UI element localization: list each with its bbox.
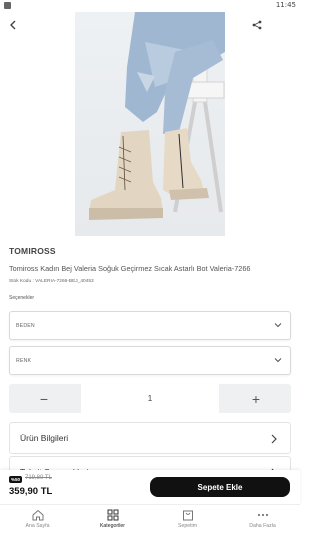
more-dots-icon [257, 513, 268, 517]
discount-badge: %50 [9, 476, 23, 483]
color-select[interactable]: RENK [9, 346, 291, 375]
decrease-quantity-button[interactable]: − [9, 384, 79, 413]
bottom-navigation: Ana Sayfa Kategoriler Sepetim Daha Fazla [0, 504, 300, 533]
product-sku: Stok Kodu : VALERIA-7266-BEJ_40453 [9, 279, 94, 284]
increase-quantity-button[interactable]: + [221, 384, 291, 413]
share-button[interactable] [248, 16, 266, 34]
nav-label-cart: Sepetim [177, 523, 198, 529]
product-info-label: Ürün Bilgileri [20, 433, 69, 443]
size-select[interactable]: BEDEN [9, 311, 291, 340]
product-image-gallery[interactable] [0, 12, 300, 236]
chevron-right-icon [271, 434, 277, 444]
app-notification-icon [4, 2, 11, 9]
boots-photo-illustration [89, 12, 225, 220]
add-to-cart-bar: %50 719,80 TL 359,90 TL Sepete Ekle [0, 470, 300, 504]
nav-item-home[interactable]: Ana Sayfa [0, 505, 75, 533]
product-brand[interactable]: TOMIROSS [9, 246, 56, 256]
chevron-down-icon [274, 323, 282, 328]
nav-item-cart[interactable]: Sepetim [150, 505, 225, 533]
status-time: 11:45 [275, 1, 296, 9]
product-title: Tomiross Kadın Bej Valeria Soğuk Geçirme… [9, 264, 251, 273]
add-to-cart-button[interactable]: Sepete Ekle [150, 477, 290, 497]
current-price: 359,90 TL [9, 486, 53, 497]
home-icon [32, 509, 43, 521]
size-select-label: BEDEN [16, 323, 35, 329]
back-button[interactable] [4, 16, 22, 34]
quantity-value[interactable]: 1 [81, 384, 219, 413]
product-info-accordion[interactable]: Ürün Bilgileri [9, 422, 291, 454]
chevron-down-icon [274, 358, 282, 363]
nav-label-home: Ana Sayfa [25, 523, 50, 529]
nav-label-categories: Kategoriler [99, 523, 126, 529]
options-heading: Seçenekler [9, 295, 35, 301]
grid-icon [107, 509, 118, 521]
product-photo [75, 12, 225, 236]
cart-icon [182, 510, 193, 521]
status-bar: 11:45 [0, 0, 300, 12]
nav-item-categories[interactable]: Kategoriler [75, 505, 150, 533]
old-price: 719,80 TL [25, 475, 52, 481]
color-select-label: RENK [16, 358, 32, 364]
chevron-left-icon [10, 20, 16, 30]
nav-label-more: Daha Fazla [249, 523, 276, 529]
share-icon [252, 20, 262, 30]
nav-item-more[interactable]: Daha Fazla [225, 505, 300, 533]
quantity-stepper: − 1 + [9, 384, 291, 413]
